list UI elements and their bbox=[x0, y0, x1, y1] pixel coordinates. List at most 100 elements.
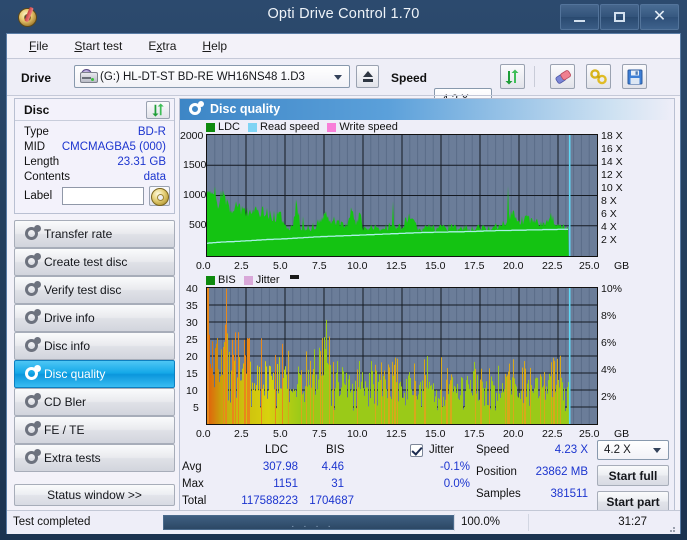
status-bar: Test completed · · · · 100.0% 31:27 bbox=[7, 510, 680, 534]
y2-tick-2x: 2 X bbox=[601, 234, 617, 246]
y-tick-20: 20 bbox=[186, 351, 198, 363]
bis-chart[interactable] bbox=[206, 287, 598, 425]
start-part-button[interactable]: Start part bbox=[597, 491, 669, 512]
disc-label-input[interactable] bbox=[62, 187, 144, 205]
sidebar-item-drive-info[interactable]: Drive info bbox=[14, 304, 175, 332]
y2-tick-10pct: 10% bbox=[601, 283, 623, 295]
sidebar-item-create-test-disc[interactable]: Create test disc bbox=[14, 248, 175, 276]
stats-max-jitter: 0.0% bbox=[443, 478, 470, 490]
y-tick-2000: 2000 bbox=[180, 130, 204, 142]
position-stat-value: 23862 MB bbox=[535, 466, 588, 478]
sidebar-item-extra-tests[interactable]: Extra tests bbox=[14, 444, 175, 472]
sidebar-item-disc-quality[interactable]: Disc quality bbox=[14, 360, 175, 388]
x-tick-2: 5.0 bbox=[273, 260, 288, 272]
chart-legend-top: LDC Read speed Write speed bbox=[206, 121, 406, 133]
samples-stat-label: Samples bbox=[476, 488, 521, 500]
legend-item-write-speed: Write speed bbox=[327, 121, 398, 133]
test-speed-select[interactable]: 4.2 X bbox=[597, 440, 669, 460]
x2-tick-5: 12.5 bbox=[386, 428, 407, 440]
refresh-drive-button[interactable] bbox=[500, 64, 525, 89]
y-tick-30: 30 bbox=[186, 317, 198, 329]
disc-length-value: 23.31 GB bbox=[117, 156, 166, 168]
drive-toolbar: Drive (G:) HL-DT-ST BD-RE WH16NS48 1.D3 … bbox=[7, 59, 680, 111]
disc-quality-icon bbox=[188, 101, 204, 117]
status-window-button[interactable]: Status window >> bbox=[14, 484, 175, 506]
progress-dots: · · · · bbox=[291, 520, 334, 530]
x-tick-10: 25.0 bbox=[579, 260, 600, 272]
samples-stat-value: 381511 bbox=[550, 488, 588, 500]
legend-swatch bbox=[206, 122, 215, 132]
status-message: Test completed bbox=[13, 516, 91, 528]
disc-label-print-button[interactable] bbox=[149, 186, 170, 206]
menu-help[interactable]: Help bbox=[202, 39, 227, 53]
menu-file[interactable]: FFileile bbox=[29, 39, 48, 53]
save-button[interactable] bbox=[622, 64, 647, 89]
erase-button[interactable] bbox=[550, 64, 575, 89]
sidebar-item-label: CD Bler bbox=[44, 395, 87, 409]
app-window: Opti Drive Control 1.70 ✕ FFileile Start… bbox=[0, 0, 687, 540]
drive-select-value: (G:) HL-DT-ST BD-RE WH16NS48 1.D3 bbox=[100, 70, 305, 83]
start-full-button[interactable]: Start full bbox=[597, 465, 669, 486]
disc-refresh-button[interactable] bbox=[146, 101, 170, 119]
gear-icon bbox=[24, 253, 41, 270]
gear-icon bbox=[24, 225, 41, 242]
disc-label-label: Label bbox=[24, 190, 53, 202]
ldc-chart-svg bbox=[207, 135, 597, 256]
x-tick-4: 10.0 bbox=[347, 260, 368, 272]
drive-icon bbox=[80, 69, 98, 83]
sidebar-item-disc-info[interactable]: Disc info bbox=[14, 332, 175, 360]
sidebar-item-verify-test-disc[interactable]: Verify test disc bbox=[14, 276, 175, 304]
sidebar-item-label: Verify test disc bbox=[44, 283, 122, 297]
gear-icon bbox=[24, 449, 41, 466]
speed-label: Speed bbox=[391, 71, 428, 85]
elapsed-time: 31:27 bbox=[618, 516, 647, 528]
sidebar-item-transfer-rate[interactable]: Transfer rate bbox=[14, 220, 175, 248]
disc-mid-label: MID bbox=[24, 141, 46, 153]
y2-tick-6pct: 6% bbox=[601, 337, 617, 349]
y2-tick-8x: 8 X bbox=[601, 195, 617, 207]
ldc-chart[interactable] bbox=[206, 134, 598, 257]
drive-select[interactable]: (G:) HL-DT-ST BD-RE WH16NS48 1.D3 bbox=[74, 65, 350, 88]
close-button[interactable]: ✕ bbox=[640, 4, 679, 30]
legend-swatch bbox=[248, 122, 258, 132]
y2-tick-10x: 10 X bbox=[601, 182, 623, 194]
x-tick-0: 0.0 bbox=[196, 260, 211, 272]
x2-axis-unit: GB bbox=[614, 428, 630, 440]
disc-type-value: BD-R bbox=[137, 126, 166, 138]
y2-tick-18x: 18 X bbox=[601, 130, 623, 142]
legend-label: Write speed bbox=[339, 121, 398, 133]
maximize-button[interactable] bbox=[600, 4, 639, 30]
disc-panel-header: Disc bbox=[15, 99, 174, 121]
sidebar-item-label: Create test disc bbox=[44, 255, 128, 269]
resize-grip[interactable] bbox=[667, 521, 677, 532]
eject-button[interactable] bbox=[356, 65, 379, 88]
sidebar-item-label: Transfer rate bbox=[44, 227, 113, 241]
sidebar-item-cd-bler[interactable]: CD Bler bbox=[14, 388, 175, 416]
y2-tick-16x: 16 X bbox=[601, 143, 623, 155]
menu-extra[interactable]: Extra bbox=[148, 39, 176, 53]
jitter-label: Jitter bbox=[429, 444, 454, 456]
ldc-plot-area bbox=[206, 134, 598, 257]
speed-stat-value: 4.23 X bbox=[554, 444, 588, 456]
test-speed-value: 4.2 X bbox=[604, 444, 631, 456]
gear-icon bbox=[24, 393, 41, 410]
y-tick-25: 25 bbox=[186, 334, 198, 346]
disc-contents-label: Contents bbox=[24, 171, 71, 183]
eject-icon bbox=[362, 71, 373, 82]
stats-avg-ldc: 307.98 bbox=[262, 461, 298, 473]
jitter-checkbox[interactable] bbox=[410, 444, 423, 457]
disc-panel-title: Disc bbox=[24, 103, 50, 117]
legend-item-ldc: LDC bbox=[206, 121, 240, 133]
x2-tick-8: 20.0 bbox=[503, 428, 524, 440]
legend-item-read-speed: Read speed bbox=[248, 121, 319, 133]
y2-tick-12x: 12 X bbox=[601, 169, 623, 181]
y-tick-35: 35 bbox=[186, 300, 198, 312]
legend-label: Jitter bbox=[255, 274, 280, 286]
minimize-button[interactable] bbox=[560, 4, 599, 30]
stats-row-total-label: Total bbox=[182, 495, 207, 507]
settings-button[interactable] bbox=[586, 64, 611, 89]
y-tick-500: 500 bbox=[189, 219, 207, 231]
menu-start-test[interactable]: Start test bbox=[74, 39, 122, 53]
sidebar-item-fe-te[interactable]: FE / TE bbox=[14, 416, 175, 444]
legend-label: LDC bbox=[218, 121, 241, 133]
